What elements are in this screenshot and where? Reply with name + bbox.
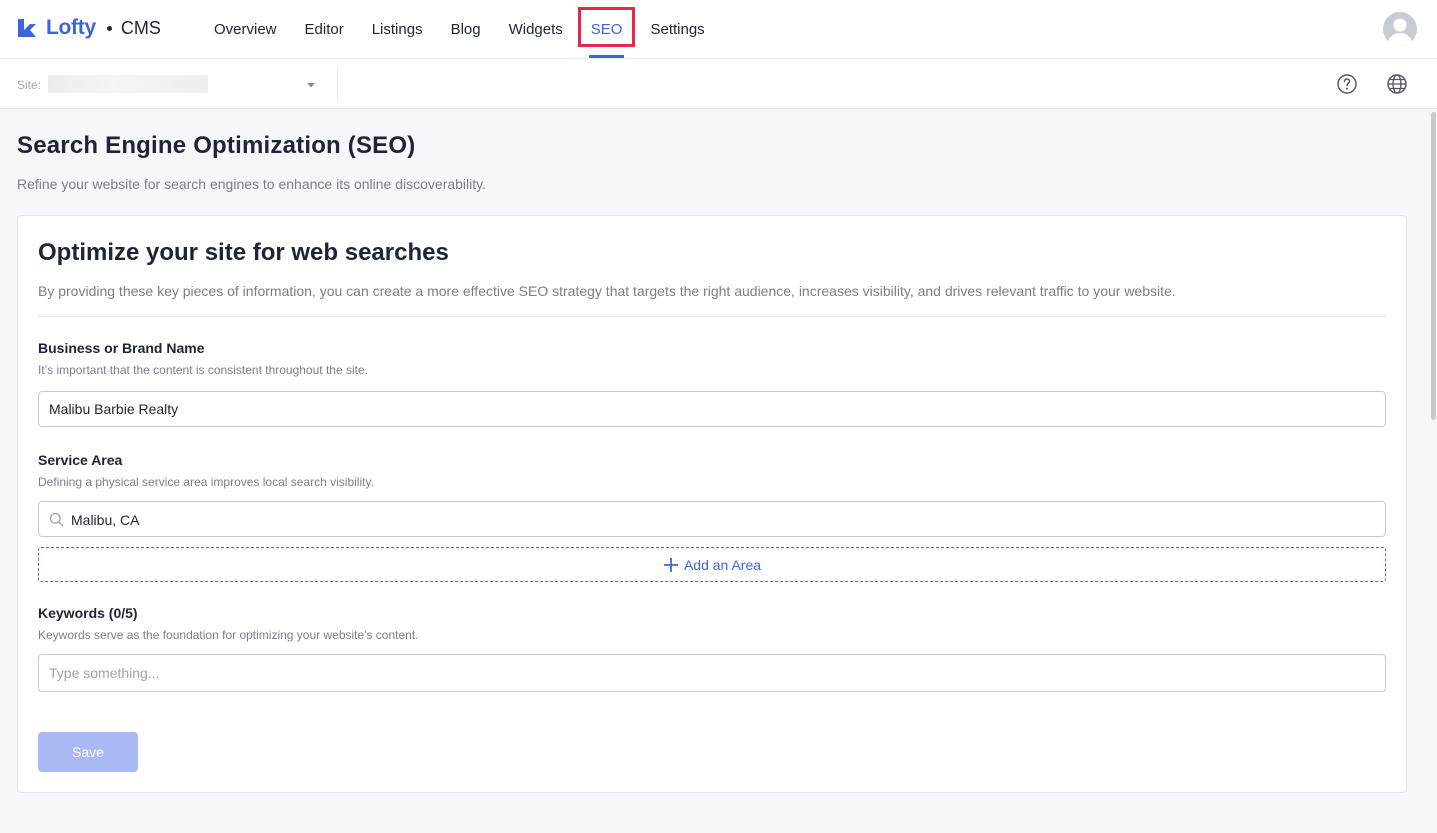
business-name-help: It’s important that the content is consi…	[38, 363, 368, 377]
keywords-label: Keywords (0/5)	[38, 605, 138, 621]
nav-tab-label: Listings	[371, 20, 423, 38]
lofty-logo-icon	[18, 19, 36, 37]
page-subtitle: Refine your website for search engines t…	[17, 176, 486, 192]
nav-tab-widgets[interactable]: Widgets	[495, 0, 577, 58]
add-area-button[interactable]: Add an Area	[38, 547, 1386, 582]
nav-tab-label: Widgets	[508, 20, 563, 38]
service-area-help: Defining a physical service area improve…	[38, 475, 374, 489]
active-tab-indicator	[588, 55, 625, 58]
caret-down-icon[interactable]	[305, 79, 317, 91]
card-description: By providing these key pieces of informa…	[38, 283, 1176, 299]
keywords-help: Keywords serve as the foundation for opt…	[38, 628, 419, 642]
business-name-input[interactable]	[38, 391, 1386, 427]
seo-settings-card: Optimize your site for web searches By p…	[17, 215, 1407, 793]
top-nav-bar: Lofty CMS Overview Editor Listings Blog …	[0, 0, 1437, 59]
site-toolbar: Site:	[0, 59, 1437, 109]
card-divider	[38, 316, 1386, 317]
card-title: Optimize your site for web searches	[38, 239, 449, 266]
nav-tab-blog[interactable]: Blog	[437, 0, 495, 58]
page-title: Search Engine Optimization (SEO)	[17, 132, 416, 159]
save-button[interactable]: Save	[38, 732, 138, 772]
logo[interactable]: Lofty CMS	[16, 14, 161, 42]
nav-tab-settings[interactable]: Settings	[636, 0, 718, 58]
product-name: CMS	[120, 17, 161, 38]
brand-separator	[106, 25, 112, 31]
nav-tab-label: Settings	[650, 20, 705, 38]
user-avatar-icon	[1387, 18, 1413, 46]
toolbar-divider	[337, 66, 338, 102]
brand-name: Lofty	[46, 16, 96, 39]
add-area-label: Add an Area	[683, 556, 762, 573]
nav-tab-label: Blog	[450, 20, 481, 38]
globe-icon[interactable]	[1386, 73, 1408, 95]
main-nav: Overview Editor Listings Blog Widgets SE…	[200, 0, 719, 58]
nav-tab-overview[interactable]: Overview	[200, 0, 291, 58]
nav-tab-editor[interactable]: Editor	[291, 0, 358, 58]
service-area-input[interactable]: Malibu, CA	[38, 501, 1386, 537]
service-area-label: Service Area	[38, 452, 123, 468]
nav-tab-label: Editor	[304, 20, 344, 38]
nav-tab-label: Overview	[214, 20, 277, 38]
business-name-label: Business or Brand Name	[38, 340, 205, 356]
nav-tab-listings[interactable]: Listings	[358, 0, 437, 58]
nav-tab-seo[interactable]: SEO	[577, 0, 637, 58]
help-circle-icon[interactable]	[1336, 73, 1358, 95]
search-icon	[49, 512, 64, 527]
user-avatar[interactable]	[1383, 12, 1417, 46]
site-label: Site:	[17, 78, 42, 92]
highlight-box	[577, 7, 636, 47]
service-area-value: Malibu, CA	[71, 512, 140, 528]
plus-icon	[663, 557, 678, 572]
scrollbar-thumb[interactable]	[1431, 112, 1436, 420]
keywords-input[interactable]	[38, 654, 1386, 692]
site-select-value[interactable]	[48, 75, 208, 93]
